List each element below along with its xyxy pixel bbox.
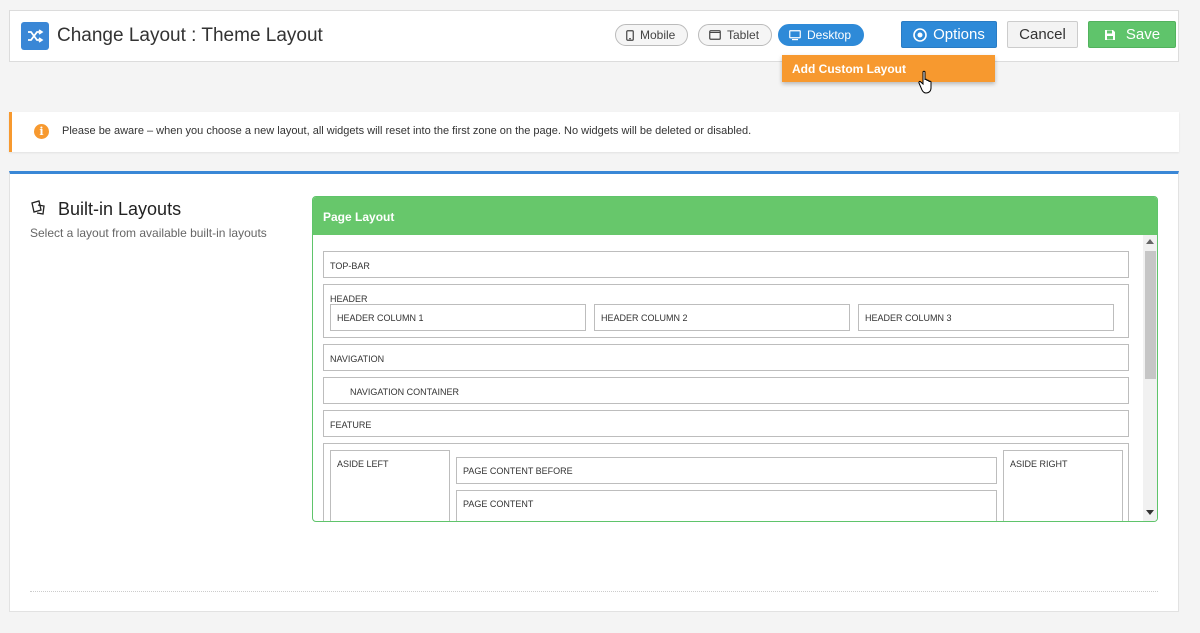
zone-page-content: PAGE CONTENT <box>456 490 997 521</box>
zone-header-column-2: HEADER COLUMN 2 <box>594 304 850 331</box>
hand-pointer-icon <box>918 70 932 94</box>
tablet-label: Tablet <box>727 28 760 42</box>
save-icon <box>1104 29 1115 40</box>
add-custom-layout-item[interactable]: Add Custom Layout <box>782 55 995 83</box>
save-label: Save <box>1125 26 1161 43</box>
zone-feature: FEATURE <box>323 410 1129 437</box>
plus-circle-icon <box>913 27 927 42</box>
zone-top-bar: TOP-BAR <box>323 251 1129 278</box>
section-title: Built-in Layouts <box>58 199 182 219</box>
options-label: Options <box>933 26 985 43</box>
layout-preview: TOP-BAR HEADER HEADER COLUMN 1 HEADER CO… <box>313 235 1157 521</box>
warning-alert: i Please be aware – when you choose a ne… <box>9 112 1179 152</box>
scroll-down-arrow-icon[interactable] <box>1146 510 1154 515</box>
divider <box>30 591 1158 592</box>
info-icon: i <box>34 124 49 139</box>
zone-aside-left: ASIDE LEFT <box>330 450 450 521</box>
layout-scrollbar[interactable] <box>1143 235 1157 521</box>
shuffle-icon <box>21 22 49 50</box>
options-button[interactable]: Options <box>901 21 997 48</box>
mobile-label: Mobile <box>640 28 676 42</box>
mobile-view-button[interactable]: Mobile <box>615 24 689 46</box>
zone-navigation: NAVIGATION <box>323 344 1129 371</box>
page-layout-title: Page Layout <box>313 197 1157 235</box>
desktop-view-button[interactable]: Desktop <box>778 24 865 46</box>
section-subtitle: Select a layout from available built-in … <box>30 226 267 240</box>
cancel-button[interactable]: Cancel <box>1007 21 1078 48</box>
desktop-icon <box>789 29 801 40</box>
zone-header-label: HEADER <box>330 294 368 304</box>
tablet-icon <box>709 30 721 40</box>
tablet-view-button[interactable]: Tablet <box>698 24 773 46</box>
layouts-icon <box>31 200 45 215</box>
save-button[interactable]: Save <box>1088 21 1176 48</box>
zone-page-content-before: PAGE CONTENT BEFORE <box>456 457 997 484</box>
scroll-thumb[interactable] <box>1145 251 1156 379</box>
desktop-label: Desktop <box>807 28 852 42</box>
zone-aside-right: ASIDE RIGHT <box>1003 450 1123 521</box>
built-in-layouts-panel: Built-in Layouts Select a layout from av… <box>9 171 1179 612</box>
page-layout-card[interactable]: Page Layout TOP-BAR HEADER HEADER COLUMN… <box>312 196 1158 522</box>
page-title: Change Layout : Theme Layout <box>57 25 323 46</box>
zone-header-column-1: HEADER COLUMN 1 <box>330 304 586 331</box>
scroll-up-arrow-icon[interactable] <box>1146 239 1154 244</box>
zone-navigation-container: NAVIGATION CONTAINER <box>323 377 1129 404</box>
options-dropdown-menu: Add Custom Layout <box>782 55 995 82</box>
zone-header-column-3: HEADER COLUMN 3 <box>858 304 1114 331</box>
header-bar: Change Layout : Theme Layout Mobile Tabl… <box>9 10 1179 62</box>
mobile-icon <box>626 29 634 41</box>
alert-message: Please be aware – when you choose a new … <box>62 125 752 137</box>
